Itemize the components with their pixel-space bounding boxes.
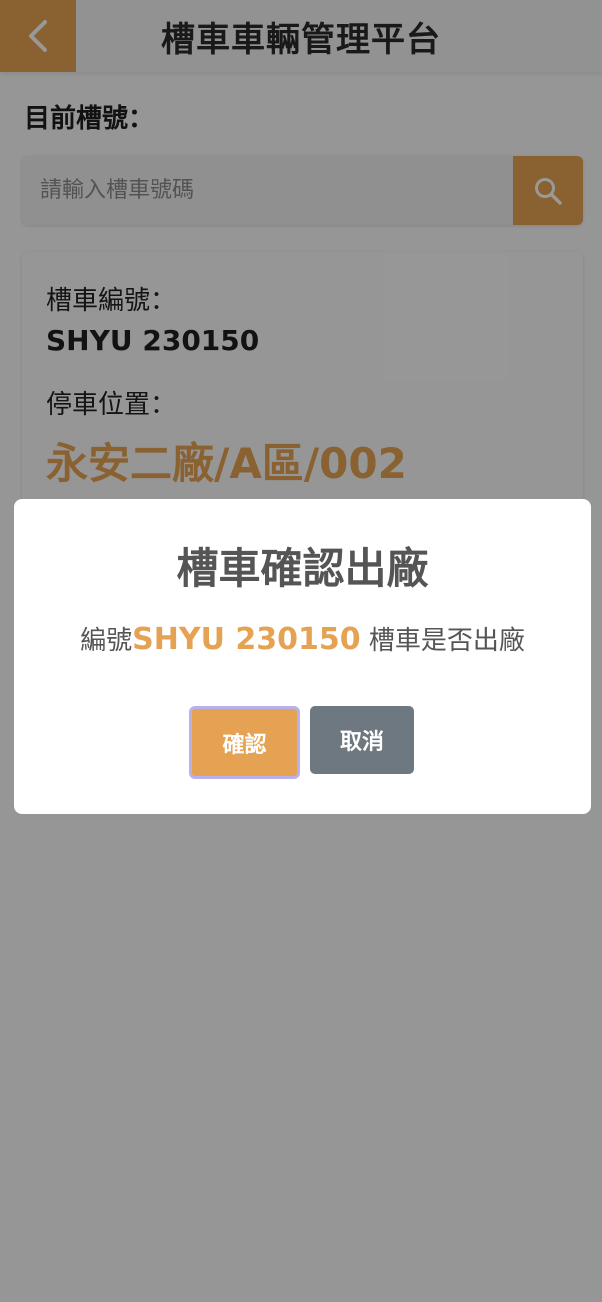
dialog-title: 槽車確認出廠 [176,544,429,593]
message-tank-number: SHYU 230150 [132,622,361,657]
confirm-dialog: 槽車確認出廠 編號SHYU 230150 槽車是否出廠 確認 取消 [14,499,591,814]
confirm-button[interactable]: 確認 [189,706,300,779]
message-suffix: 槽車是否出廠 [360,626,525,656]
cancel-button[interactable]: 取消 [310,706,414,774]
dialog-message: 編號SHYU 230150 槽車是否出廠 [14,620,591,657]
message-prefix: 編號 [80,626,133,656]
